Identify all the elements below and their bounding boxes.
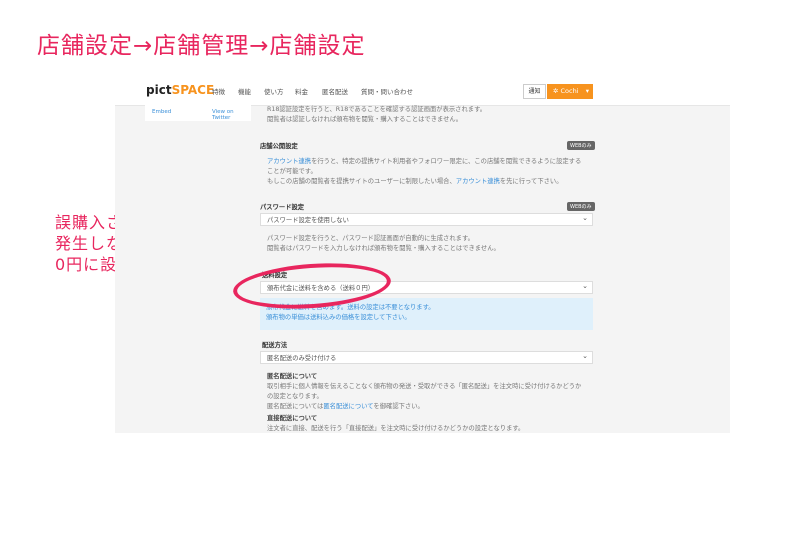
account-link[interactable]: アカウント連携 bbox=[456, 178, 500, 185]
help-text: を行うと、特定の提携サイト利用者やフォロワー限定に、この店舗を閲覧できるように設… bbox=[311, 158, 582, 165]
help-text: 取引相手に個人情報を伝えることなく頒布物の発送・受取ができる「匿名配送」を注文時… bbox=[267, 383, 582, 390]
publish-help: アカウント連携を行うと、特定の提携サイト利用者やフォロワー限定に、この店舗を閲覧… bbox=[267, 157, 581, 187]
help-text: ことが可能です。 bbox=[267, 168, 317, 175]
account-link[interactable]: アカウント連携 bbox=[267, 158, 311, 165]
help-heading: 匿名配送について bbox=[267, 373, 318, 380]
twitter-embed: Embed View on Twitter bbox=[145, 105, 251, 121]
gear-icon: ✲ bbox=[553, 87, 561, 95]
user-menu-button[interactable]: ✲ Cochi ▾ bbox=[547, 84, 593, 99]
password-label: パスワード設定 bbox=[260, 204, 305, 211]
nav-pricing[interactable]: 料金 bbox=[295, 86, 308, 96]
delivery-select[interactable]: 匿名配送のみ受け付ける bbox=[260, 350, 593, 364]
help-text: の設定となります。 bbox=[267, 393, 323, 400]
help-text: もしこの店舗の閲覧者を提携サイトのユーザーに制限したい場合、 bbox=[267, 178, 456, 185]
logo-a: pict bbox=[146, 83, 172, 97]
help-text: 閲覧者はパスワードを入力しなければ頒布物を閲覧・購入することはできません。 bbox=[267, 245, 500, 252]
info-text: 頒布物の単価は送料込みの価格を設定して下さい。 bbox=[266, 314, 411, 321]
delivery-help: 匿名配送について 取引相手に個人情報を伝えることなく頒布物の発送・受取ができる「… bbox=[267, 372, 581, 433]
nav-features[interactable]: 特徴 bbox=[212, 86, 225, 96]
logo-b: SPACE bbox=[171, 83, 215, 97]
password-select[interactable]: パスワード設定を使用しない bbox=[260, 212, 593, 226]
help-line: 閲覧者は認証しなければ頒布物を閲覧・購入することはできません。 bbox=[267, 116, 463, 123]
password-help: パスワード設定を行うと、パスワード認証画面が自動的に生成されます。 閲覧者はパス… bbox=[267, 234, 500, 254]
help-text: 匿名配送については bbox=[267, 403, 324, 410]
publish-label: 店舗公開設定 bbox=[260, 143, 298, 150]
help-text: パスワード設定を行うと、パスワード認証画面が自動的に生成されます。 bbox=[267, 235, 474, 242]
help-heading: 直接配送について bbox=[267, 415, 318, 422]
delivery-label: 配送方法 bbox=[262, 342, 288, 349]
help-text: を先に行って下さい。 bbox=[499, 178, 563, 185]
embed-link[interactable]: Embed bbox=[152, 109, 171, 115]
view-on-twitter-link[interactable]: View on Twitter bbox=[212, 109, 251, 121]
r18-help: R18認証設定を行うと、R18であることを確認する認証画面が表示されます。 閲覧… bbox=[267, 105, 486, 125]
nav-howto[interactable]: 使い方 bbox=[264, 86, 284, 96]
help-line: R18認証設定を行うと、R18であることを確認する認証画面が表示されます。 bbox=[267, 106, 487, 113]
user-name: Cochi bbox=[560, 87, 579, 95]
annotation-title: 店舗設定→店舗管理→店舗設定 bbox=[37, 33, 366, 59]
nav-anonymous[interactable]: 匿名配送 bbox=[322, 86, 348, 96]
logo[interactable]: pictSPACE bbox=[146, 83, 214, 97]
help-text: 注文者に直接、配送を行う「直接配送」を注文時に受け付けるかどうかの設定となります… bbox=[267, 425, 525, 432]
header: pictSPACE 特徴 機能 使い方 料金 匿名配送 質問・問い合わせ 通知 … bbox=[115, 75, 730, 106]
caret-down-icon: ▾ bbox=[585, 87, 589, 95]
help-text: を御確認下さい。 bbox=[373, 403, 424, 410]
anonymous-shipping-link[interactable]: 匿名配送について bbox=[323, 403, 373, 410]
nav-contact[interactable]: 質問・問い合わせ bbox=[361, 86, 413, 96]
screenshot: pictSPACE 特徴 機能 使い方 料金 匿名配送 質問・問い合わせ 通知 … bbox=[115, 75, 730, 433]
web-only-badge: WEBのみ bbox=[567, 202, 595, 211]
web-only-badge: WEBのみ bbox=[567, 141, 595, 150]
nav-functions[interactable]: 機能 bbox=[238, 86, 251, 96]
notice-button[interactable]: 通知 bbox=[523, 84, 546, 99]
